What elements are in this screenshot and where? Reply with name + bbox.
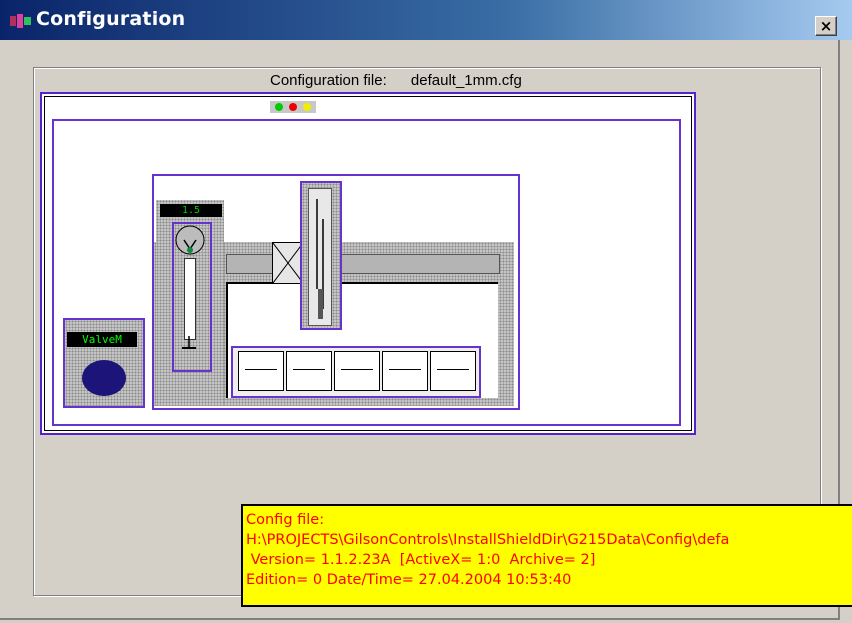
rack-slot[interactable] (238, 351, 284, 391)
valve-knob-icon (82, 360, 126, 396)
valve-display: ValveM (67, 332, 137, 347)
tooltip-line-2: H:\PROJECTS\GilsonControls\InstallShield… (246, 532, 730, 548)
config-file-line: Configuration file: default_1mm.cfg (270, 72, 522, 89)
status-light-red-icon (289, 103, 297, 111)
rack-slot[interactable] (334, 351, 380, 391)
config-file-label: Configuration file: (270, 72, 387, 89)
rack-slot[interactable] (382, 351, 428, 391)
pump-valve-icon (175, 225, 205, 255)
tooltip-line-1: Config file: (246, 512, 325, 528)
close-button[interactable]: × (815, 16, 837, 36)
config-tooltip: Config file: H:\PROJECTS\GilsonControls\… (241, 504, 852, 607)
app-icon (10, 14, 31, 28)
config-file-name: default_1mm.cfg (410, 72, 522, 89)
probe-needle-icon (308, 188, 332, 326)
tooltip-line-4: Edition= 0 Date/Time= 27.04.2004 10:53:4… (246, 572, 572, 588)
syringe-plunger-icon (182, 336, 196, 349)
title-bar: Configuration × (0, 0, 852, 40)
rack-slot[interactable] (430, 351, 476, 391)
x-rail (226, 254, 500, 274)
window-edge-bottom (0, 618, 840, 620)
status-light-green-icon (275, 103, 283, 111)
rack-slot[interactable] (286, 351, 332, 391)
status-lights (270, 101, 316, 113)
syringe-barrel (184, 258, 196, 340)
window-title: Configuration (36, 8, 186, 30)
pump-display: 1.5 (160, 204, 222, 217)
tooltip-line-3: Version= 1.1.2.23A [ActiveX= 1:0 Archive… (246, 552, 596, 568)
status-light-yellow-icon (303, 103, 311, 111)
